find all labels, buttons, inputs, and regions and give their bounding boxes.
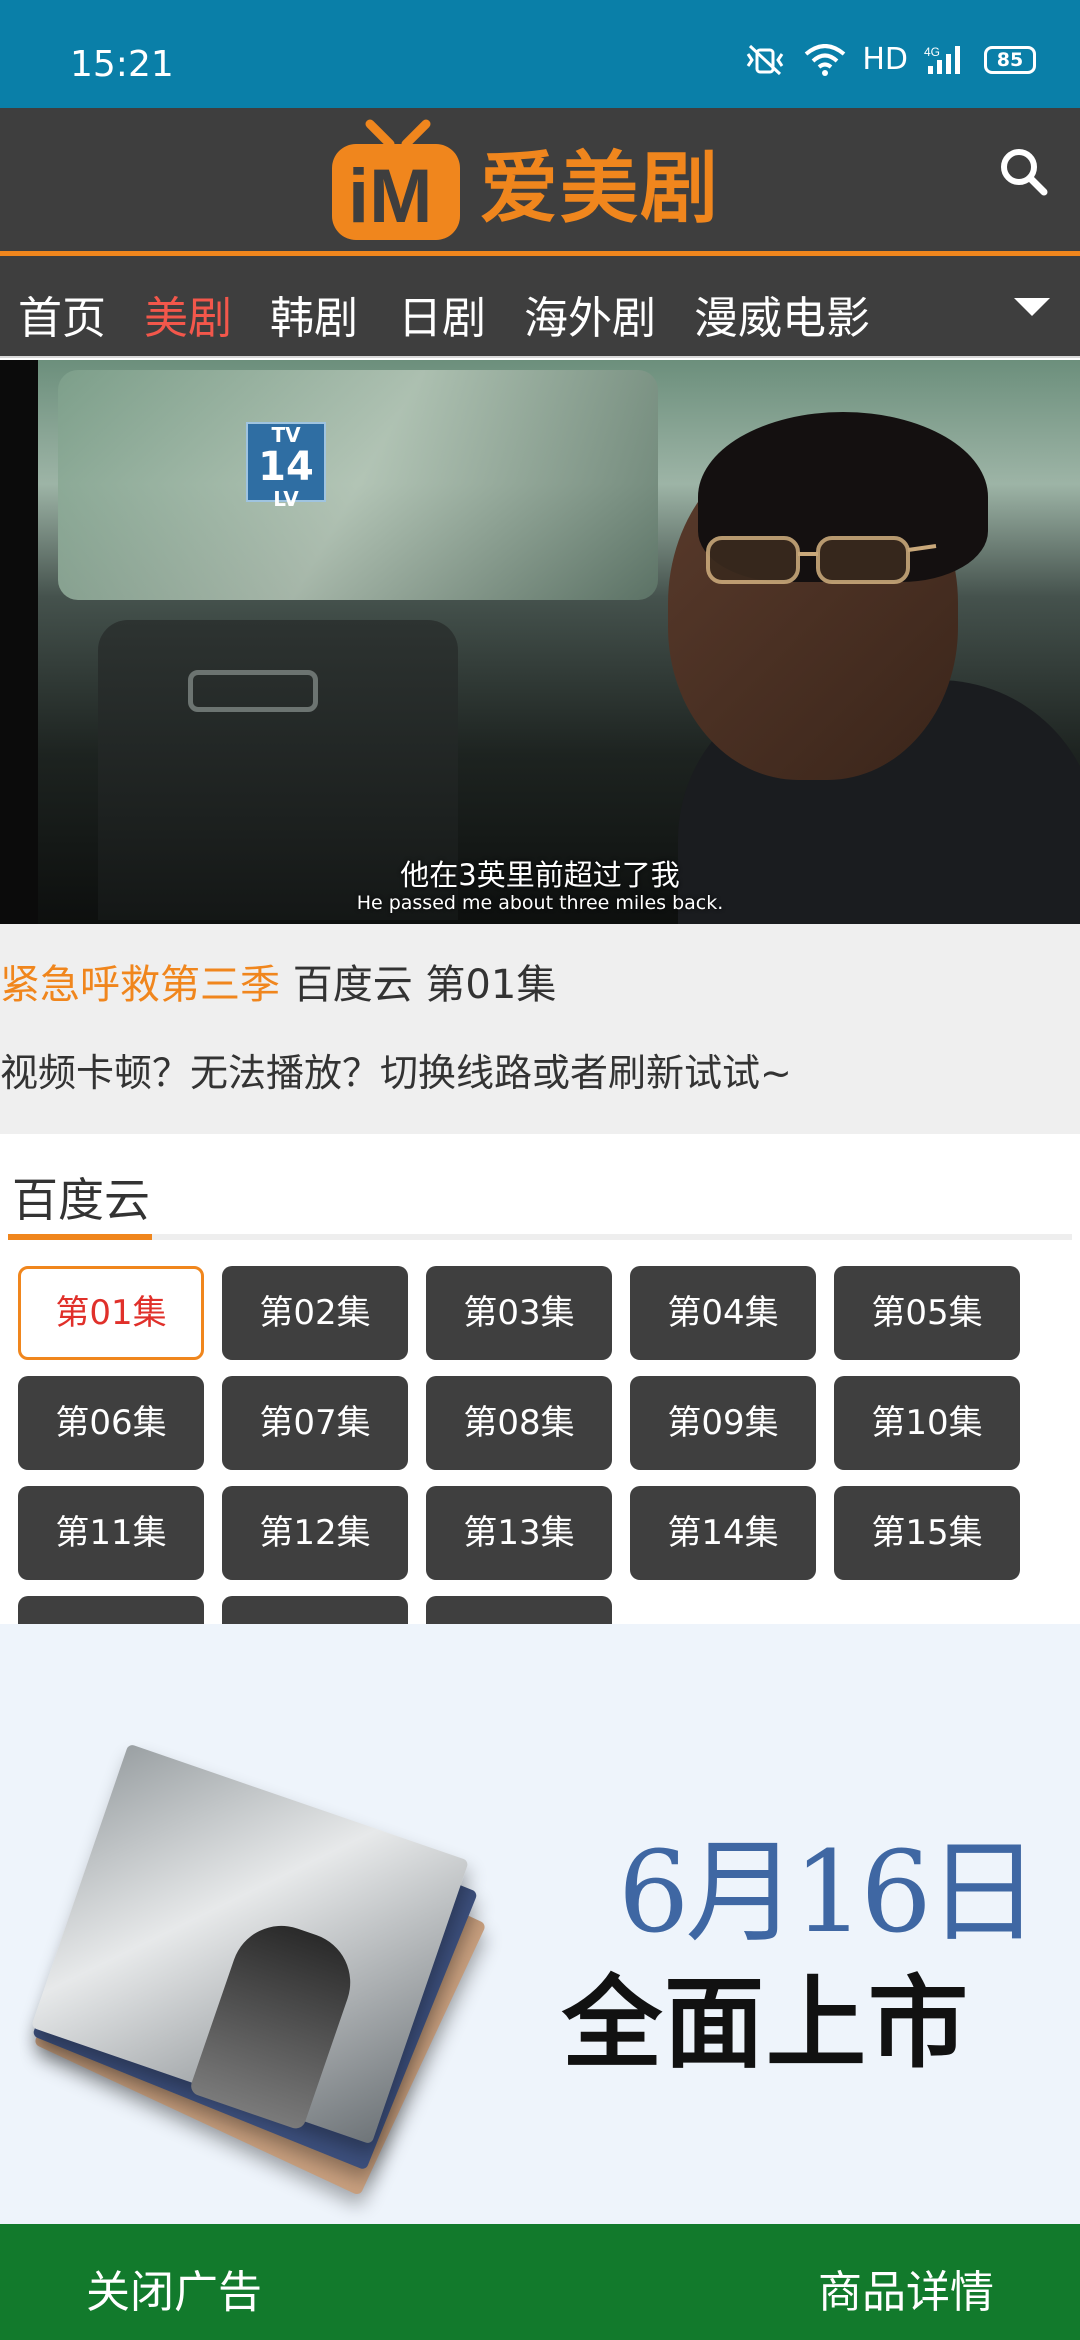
tv-logo-icon: iM — [332, 119, 460, 240]
video-frame — [38, 360, 1080, 924]
episode-button[interactable]: 第05集 — [834, 1266, 1020, 1360]
close-ad-button[interactable]: 关闭广告 — [86, 2256, 262, 2320]
episode-button[interactable]: 第11集 — [18, 1486, 204, 1580]
status-bar: 15:21 HD 4G 85 — [0, 0, 1080, 108]
battery-icon: 85 — [984, 45, 1036, 74]
episode-button[interactable]: 第03集 — [426, 1266, 612, 1360]
episode-info: 紧急呼救第三季 百度云 第01集 视频卡顿？无法播放？切换线路或者刷新试试~ — [0, 924, 1080, 1134]
ad-action-bar: 关闭广告 商品详情 — [0, 2224, 1080, 2340]
episode-button[interactable]: 第10集 — [834, 1376, 1020, 1470]
source-episode-label: 百度云 第01集 — [280, 962, 557, 1008]
nav-item-marvel-movies[interactable]: 漫威电影 — [694, 282, 870, 346]
now-playing-title: 紧急呼救第三季 百度云 第01集 — [0, 952, 556, 1010]
episode-button[interactable]: 第04集 — [630, 1266, 816, 1360]
subtitle-english: He passed me about three miles back. — [356, 892, 724, 914]
episode-button[interactable] — [426, 1596, 612, 1624]
nav-item-korean-drama[interactable]: 韩剧 — [270, 282, 358, 346]
episode-list: 第01集 第02集 第03集 第04集 第05集 第06集 第07集 第08集 … — [18, 1266, 1078, 1624]
app-logo[interactable]: iM 爱美剧 — [326, 118, 720, 246]
chevron-down-icon[interactable] — [1014, 298, 1050, 316]
episode-button[interactable]: 第07集 — [222, 1376, 408, 1470]
product-detail-button[interactable]: 商品详情 — [818, 2256, 994, 2320]
hd-label: HD — [862, 42, 908, 77]
nav-item-overseas-drama[interactable]: 海外剧 — [524, 282, 656, 346]
episode-button[interactable]: 第08集 — [426, 1376, 612, 1470]
ad-release-date: 6月16日 — [618, 1828, 1040, 1958]
nav-item-japanese-drama[interactable]: 日剧 — [398, 282, 486, 346]
mute-vibrate-icon — [742, 44, 788, 76]
nav-item-us-drama[interactable]: 美剧 — [144, 282, 232, 346]
episode-button[interactable]: 第09集 — [630, 1376, 816, 1470]
logo-text: 爱美剧 — [480, 144, 721, 234]
ad-slogan: 全面上市 — [562, 1964, 970, 2082]
status-time: 15:21 — [70, 44, 174, 85]
nav-item-home[interactable]: 首页 — [18, 282, 106, 346]
search-button[interactable] — [996, 144, 1052, 200]
episode-button[interactable]: 第15集 — [834, 1486, 1020, 1580]
video-player[interactable]: TV 14 LV 他在3英里前超过了我 He passed me about thr… — [0, 360, 1080, 924]
episode-button[interactable]: 第14集 — [630, 1486, 816, 1580]
series-title[interactable]: 紧急呼救第三季 — [0, 962, 280, 1008]
episode-button[interactable]: 第06集 — [18, 1376, 204, 1470]
category-nav: 首页 美剧 韩剧 日剧 海外剧 漫威电影 — [0, 256, 1080, 358]
signal-icon: 4G — [924, 44, 968, 76]
status-icons: HD 4G 85 — [742, 42, 1036, 77]
svg-text:iM: iM — [348, 154, 432, 239]
episode-button[interactable]: 第12集 — [222, 1486, 408, 1580]
source-tab-divider — [8, 1234, 1072, 1240]
episode-button[interactable]: 第01集 — [18, 1266, 204, 1360]
episode-button[interactable]: 第13集 — [426, 1486, 612, 1580]
app-header: iM 爱美剧 — [0, 108, 1080, 256]
source-tab-indicator — [8, 1234, 152, 1240]
search-icon — [1001, 149, 1048, 196]
episode-button[interactable] — [222, 1596, 408, 1624]
subtitle-chinese: 他在3英里前超过了我 — [400, 858, 680, 892]
svg-text:4G: 4G — [924, 45, 940, 59]
source-tab-baidu[interactable]: 百度云 — [12, 1164, 150, 1230]
episode-button[interactable]: 第02集 — [222, 1266, 408, 1360]
episode-button[interactable] — [18, 1596, 204, 1624]
wifi-icon — [804, 43, 846, 76]
tv-rating-badge: TV 14 LV — [246, 422, 326, 510]
playback-tip: 视频卡顿？无法播放？切换线路或者刷新试试~ — [0, 1051, 792, 1095]
ad-banner[interactable]: 6月16日 全面上市 — [0, 1624, 1080, 2224]
